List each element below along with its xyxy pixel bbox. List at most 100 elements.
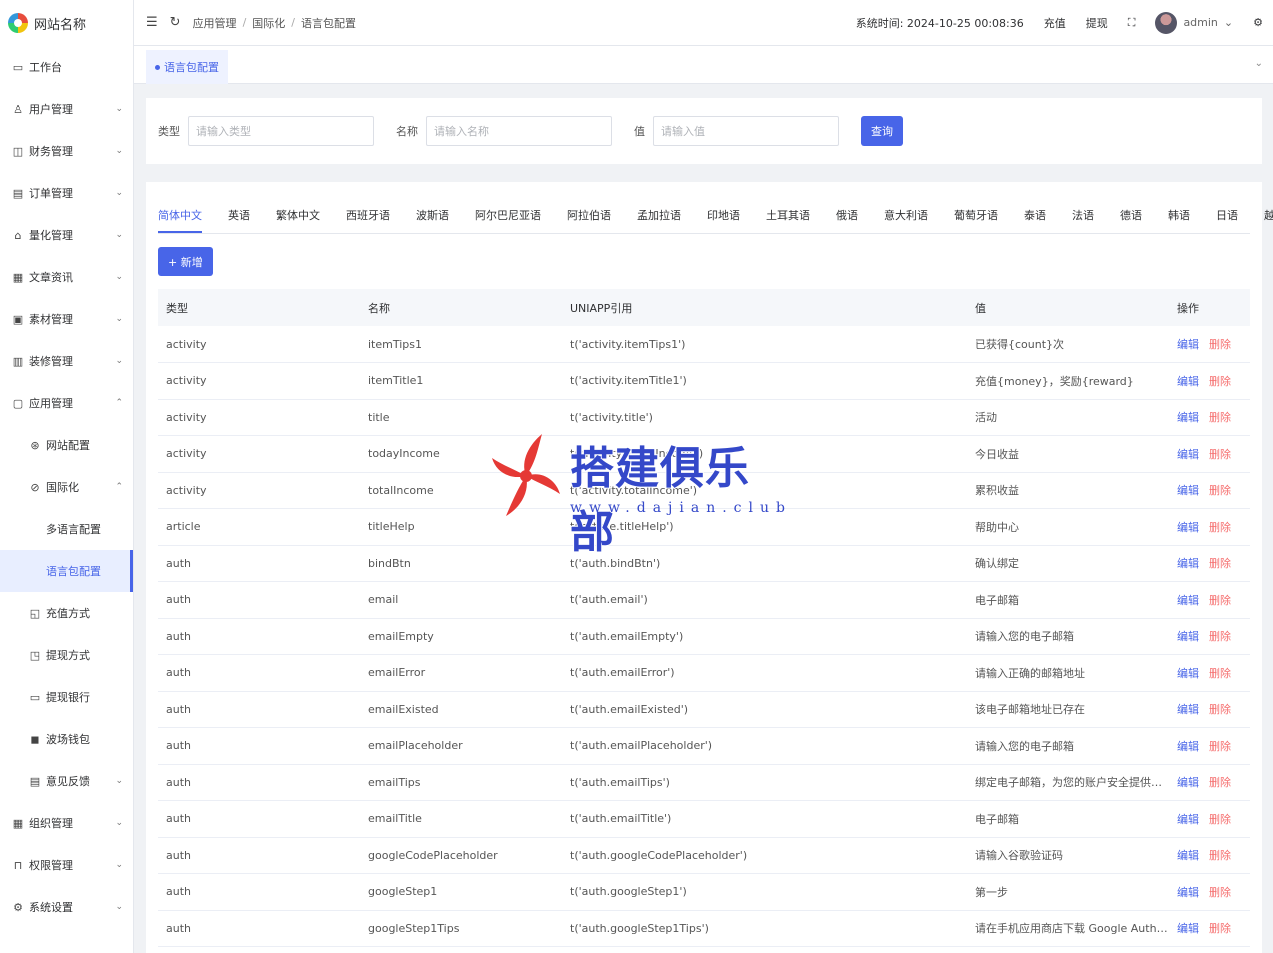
language-tab[interactable]: 葡萄牙语 [954,207,998,233]
delete-link[interactable]: 删除 [1209,849,1231,862]
sidebar-item[interactable]: ◫ 财务管理 ⌄ [0,130,133,172]
name-input[interactable] [426,116,612,146]
sidebar-item[interactable]: ⊓ 权限管理 ⌄ [0,844,133,886]
sidebar-item[interactable]: ▥ 装修管理 ⌄ [0,340,133,382]
edit-link[interactable]: 编辑 [1177,922,1199,935]
cell-uniapp-ref: t('auth.emailTitle') [562,800,967,838]
language-tab[interactable]: 阿拉伯语 [567,207,611,233]
withdraw-link[interactable]: 提现 [1086,15,1108,31]
delete-link[interactable]: 删除 [1209,594,1231,607]
edit-link[interactable]: 编辑 [1177,594,1199,607]
cell-name: email [360,581,562,619]
fullscreen-icon[interactable]: ⛶ [1128,16,1136,30]
language-tab[interactable]: 意大利语 [884,207,928,233]
language-tab[interactable]: 阿尔巴尼亚语 [475,207,541,233]
sidebar-item[interactable]: ▦ 组织管理 ⌄ [0,802,133,844]
sidebar-item[interactable]: ▤ 订单管理 ⌄ [0,172,133,214]
delete-link[interactable]: 删除 [1209,521,1231,534]
menu-icon: ▤ [12,186,24,200]
sidebar-item[interactable]: ◱ 充值方式 [0,592,133,634]
sidebar-item[interactable]: ▭ 工作台 [0,46,133,88]
chevron-down-icon[interactable]: ⌄ [1255,58,1263,69]
delete-link[interactable]: 删除 [1209,667,1231,680]
language-tab[interactable]: 西班牙语 [346,207,390,233]
sidebar-item[interactable]: ◼ 波场钱包 [0,718,133,760]
delete-link[interactable]: 删除 [1209,338,1231,351]
add-button[interactable]: + 新增 [158,247,213,276]
delete-link[interactable]: 删除 [1209,776,1231,789]
sidebar-item[interactable]: ▣ 素材管理 ⌄ [0,298,133,340]
language-tab[interactable]: 简体中文 [158,207,202,233]
value-input[interactable] [653,116,839,146]
language-tab[interactable]: 孟加拉语 [637,207,681,233]
language-tab[interactable]: 越南语 [1264,207,1273,233]
sidebar-item[interactable]: 语言包配置 [0,550,133,592]
cell-type: auth [158,873,360,911]
edit-link[interactable]: 编辑 [1177,776,1199,789]
edit-link[interactable]: 编辑 [1177,338,1199,351]
delete-link[interactable]: 删除 [1209,411,1231,424]
sidebar-item[interactable]: ⊛ 网站配置 [0,424,133,466]
sidebar-item[interactable]: ◳ 提现方式 [0,634,133,676]
view-tab-label: 语言包配置 [164,61,219,74]
language-tab[interactable]: 日语 [1216,207,1238,233]
delete-link[interactable]: 删除 [1209,448,1231,461]
settings-icon[interactable]: ⚙ [1253,16,1263,29]
edit-link[interactable]: 编辑 [1177,813,1199,826]
edit-link[interactable]: 编辑 [1177,740,1199,753]
edit-link[interactable]: 编辑 [1177,557,1199,570]
delete-link[interactable]: 删除 [1209,886,1231,899]
language-tab[interactable]: 波斯语 [416,207,449,233]
edit-link[interactable]: 编辑 [1177,630,1199,643]
edit-link[interactable]: 编辑 [1177,484,1199,497]
menu-icon: ▦ [12,270,24,284]
language-tab[interactable]: 法语 [1072,207,1094,233]
breadcrumb-item[interactable]: 国际化 [252,15,285,31]
edit-link[interactable]: 编辑 [1177,375,1199,388]
cell-type: activity [158,326,360,363]
site-logo[interactable]: 网站名称 [0,0,133,46]
recharge-link[interactable]: 充值 [1044,15,1066,31]
delete-link[interactable]: 删除 [1209,630,1231,643]
edit-link[interactable]: 编辑 [1177,448,1199,461]
delete-link[interactable]: 删除 [1209,484,1231,497]
sidebar-item[interactable]: ⚙ 系统设置 ⌄ [0,886,133,928]
sidebar-item[interactable]: ▢ 应用管理 ⌃ [0,382,133,424]
sidebar-item[interactable]: ♙ 用户管理 ⌄ [0,88,133,130]
view-tab-language-pack[interactable]: 语言包配置 [146,50,228,84]
language-tab[interactable]: 繁体中文 [276,207,320,233]
delete-link[interactable]: 删除 [1209,375,1231,388]
language-tab[interactable]: 韩语 [1168,207,1190,233]
refresh-icon[interactable]: ↻ [170,15,181,30]
edit-link[interactable]: 编辑 [1177,849,1199,862]
edit-link[interactable]: 编辑 [1177,667,1199,680]
sidebar-item[interactable]: 多语言配置 [0,508,133,550]
type-input[interactable] [188,116,374,146]
language-tab[interactable]: 英语 [228,207,250,233]
sidebar-item[interactable]: ▭ 提现银行 [0,676,133,718]
language-tab[interactable]: 土耳其语 [766,207,810,233]
language-tab[interactable]: 俄语 [836,207,858,233]
sidebar-item[interactable]: ⌂ 量化管理 ⌄ [0,214,133,256]
delete-link[interactable]: 删除 [1209,557,1231,570]
language-tab[interactable]: 德语 [1120,207,1142,233]
delete-link[interactable]: 删除 [1209,703,1231,716]
delete-link[interactable]: 删除 [1209,740,1231,753]
language-tab[interactable]: 印地语 [707,207,740,233]
user-menu[interactable]: admin ⌄ [1155,11,1233,34]
language-tab[interactable]: 泰语 [1024,207,1046,233]
edit-link[interactable]: 编辑 [1177,886,1199,899]
menu-toggle-icon[interactable]: ☰ [146,15,158,30]
sidebar-item[interactable]: ▦ 文章资讯 ⌄ [0,256,133,298]
edit-link[interactable]: 编辑 [1177,521,1199,534]
sidebar-item[interactable]: ⊘ 国际化 ⌃ [0,466,133,508]
sidebar-item[interactable]: ▤ 意见反馈 ⌄ [0,760,133,802]
edit-link[interactable]: 编辑 [1177,411,1199,424]
cell-actions: 编辑 删除 [1169,800,1250,838]
query-button[interactable]: 查询 [861,116,903,146]
breadcrumb-item[interactable]: 应用管理 [193,15,237,31]
delete-link[interactable]: 删除 [1209,813,1231,826]
cell-uniapp-ref: t('activity.itemTips1') [562,326,967,363]
edit-link[interactable]: 编辑 [1177,703,1199,716]
delete-link[interactable]: 删除 [1209,922,1231,935]
